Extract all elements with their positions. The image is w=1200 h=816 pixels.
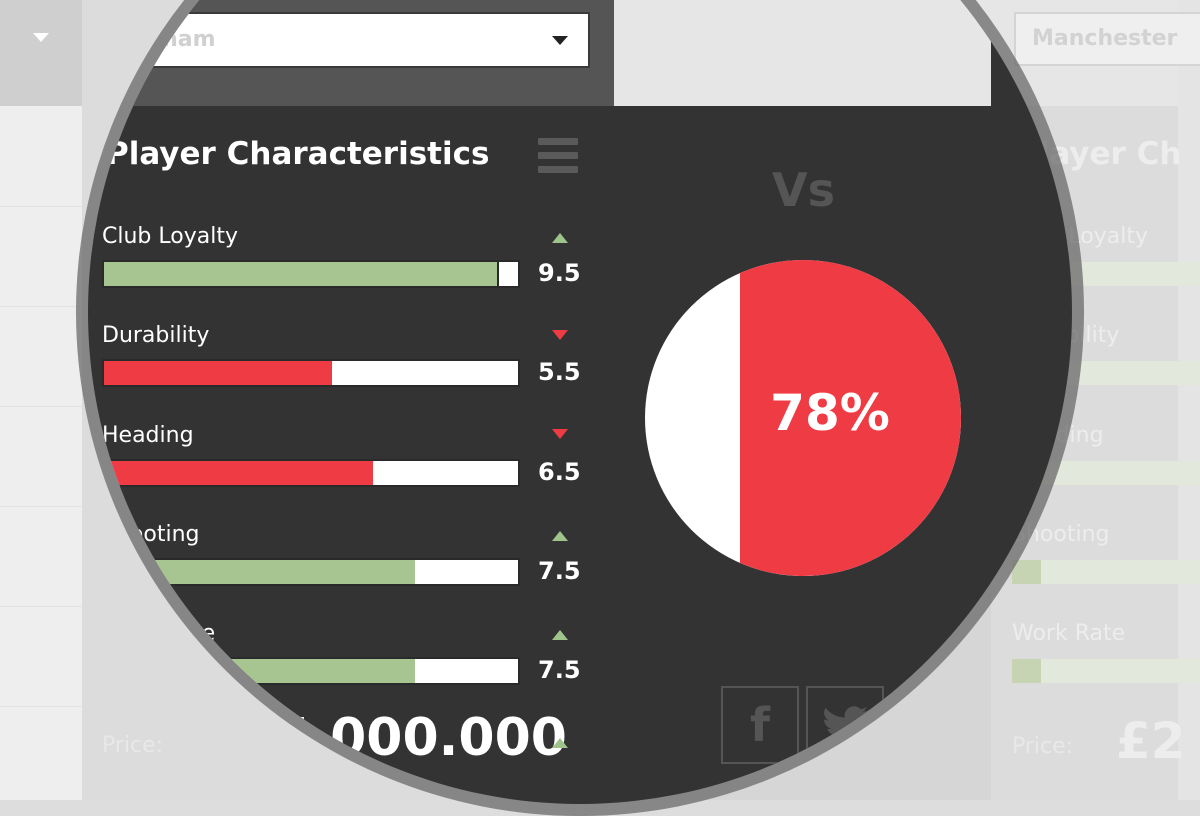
stat-label-heading: Heading xyxy=(102,423,194,448)
twitter-icon xyxy=(822,706,868,744)
dropdown-arrow-icon xyxy=(552,36,568,45)
stat-bar-club-loyalty xyxy=(102,260,520,288)
sidebar-divider xyxy=(0,306,82,307)
trend-down-icon xyxy=(552,330,568,340)
stat-bar-work-rate xyxy=(102,657,520,685)
stat-value-shooting: 7.5 xyxy=(538,557,581,585)
hamburger-menu-icon[interactable] xyxy=(538,138,578,173)
facebook-share-button[interactable]: f xyxy=(721,686,799,764)
twitter-share-button[interactable] xyxy=(806,686,884,764)
stat-bar-fill xyxy=(104,361,332,385)
vs-label: Vs xyxy=(772,163,835,217)
stat-bar-fill xyxy=(104,560,415,584)
trend-up-icon xyxy=(552,738,568,748)
magnified-content: Fulham Player Characteristics Club Loyal… xyxy=(88,0,1072,800)
left-sidebar xyxy=(0,106,82,800)
stat-value-durability: 5.5 xyxy=(538,358,581,386)
stat-bar-fill xyxy=(104,659,415,683)
sidebar-divider xyxy=(0,406,82,407)
trend-up-icon xyxy=(552,233,568,243)
panel-title: Player Characteristics xyxy=(106,136,490,172)
stat-bar-shooting xyxy=(102,558,520,586)
price-label: Price: xyxy=(102,733,164,758)
stat-value-work-rate: 7.5 xyxy=(538,656,581,684)
stat-bar-fill xyxy=(104,262,500,286)
team-select-value: Fulham xyxy=(125,27,216,52)
stat-label-club-loyalty: Club Loyalty xyxy=(102,224,238,249)
right-price-value: £2 xyxy=(1116,712,1186,770)
trend-down-icon xyxy=(552,429,568,439)
stat-bar-durability xyxy=(102,359,520,387)
trend-up-icon xyxy=(552,531,568,541)
magnifier-lens: Fulham Player Characteristics Club Loyal… xyxy=(88,0,1072,804)
stat-label-durability: Durability xyxy=(102,323,210,348)
trend-up-icon xyxy=(552,630,568,640)
stat-label-work-rate: Work Rate xyxy=(102,621,216,646)
corner-dropdown-toggle[interactable] xyxy=(0,0,82,106)
team-select[interactable]: Fulham xyxy=(105,12,590,68)
price-value: £5.000.000 xyxy=(238,708,567,768)
stat-value-heading: 6.5 xyxy=(538,458,581,486)
comparison-percent: 78% xyxy=(770,384,890,442)
caret-down-icon xyxy=(33,33,49,42)
stat-label-shooting: Shooting xyxy=(102,522,200,547)
sidebar-divider xyxy=(0,506,82,507)
sidebar-divider xyxy=(0,206,82,207)
facebook-icon: f xyxy=(749,698,770,752)
stat-bar-fill xyxy=(104,461,374,485)
comparison-header xyxy=(614,0,991,106)
sidebar-divider xyxy=(0,706,82,707)
sidebar-divider xyxy=(0,606,82,607)
stat-value-club-loyalty: 9.5 xyxy=(538,259,581,287)
stat-bar-heading xyxy=(102,459,520,487)
